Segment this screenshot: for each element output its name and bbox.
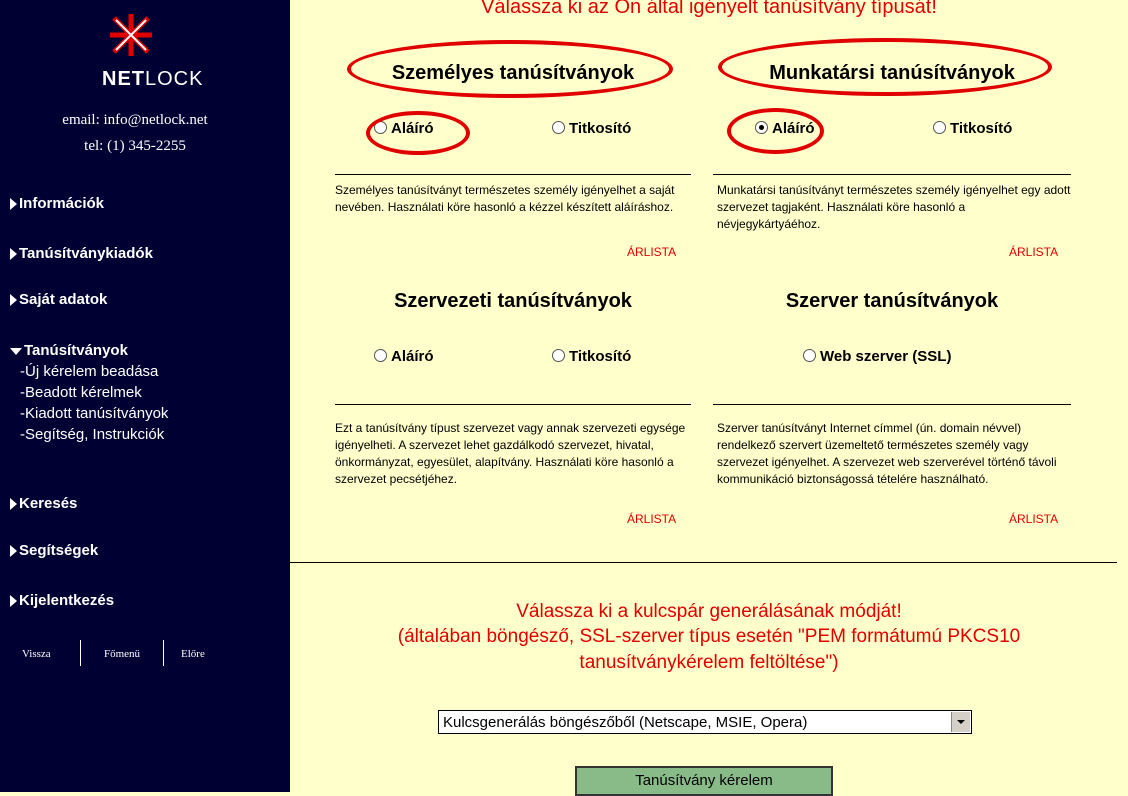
contact-phone: tel: (1) 345-2255 — [84, 138, 186, 154]
page-heading: Válassza ki az Ön által igényelt tanúsít… — [481, 0, 937, 18]
radio-icon — [933, 121, 946, 134]
subnav-segitseg[interactable]: -Segítség, Instrukciók — [20, 426, 164, 443]
keygen-method-select[interactable]: Kulcsgenerálás böngészőből (Netscape, MS… — [438, 710, 972, 734]
keygen-hint-line2: tanusítványkérelem feltöltése") — [579, 652, 839, 673]
expand-arrow-icon — [10, 294, 17, 307]
employee-encrypt-radio[interactable]: Titkosító — [933, 120, 1012, 137]
server-pricelist-link[interactable]: ÁRLISTA — [1009, 512, 1058, 526]
radio-icon — [803, 349, 816, 362]
org-encrypt-radio[interactable]: Titkosító — [552, 348, 631, 365]
personal-encrypt-radio[interactable]: Titkosító — [552, 120, 631, 137]
divider — [335, 404, 691, 405]
personal-pricelist-link[interactable]: ÁRLISTA — [627, 245, 676, 259]
nav-tanusitvanykiadok[interactable]: Tanúsítványkiadók — [10, 245, 153, 262]
expand-arrow-icon — [10, 248, 17, 261]
divider — [80, 640, 81, 666]
org-description: Ezt a tanúsítvány típust szervezet vagy … — [335, 421, 686, 486]
nav-kijelentkezes[interactable]: Kijelentkezés — [10, 592, 114, 609]
back-link[interactable]: Vissza — [22, 648, 51, 660]
subnav-uj-kerelem[interactable]: -Új kérelem beadása — [20, 363, 158, 380]
divider — [163, 640, 164, 666]
radio-icon — [374, 121, 387, 134]
chevron-down-icon[interactable] — [951, 712, 970, 732]
employee-signing-radio[interactable]: Aláíró — [755, 120, 815, 137]
contact-email[interactable]: email: info@netlock.net — [0, 112, 270, 129]
server-ssl-radio[interactable]: Web szerver (SSL) — [803, 348, 951, 365]
divider — [290, 562, 1117, 563]
expand-arrow-icon — [10, 498, 17, 511]
radio-icon — [552, 349, 565, 362]
org-signing-radio[interactable]: Aláíró — [374, 348, 434, 365]
radio-checked-icon — [755, 121, 768, 134]
expand-arrow-icon — [10, 545, 17, 558]
subnav-beadott-kerelmek[interactable]: -Beadott kérelmek — [20, 384, 142, 401]
collapse-arrow-icon — [10, 347, 22, 355]
section-title-server: Szerver tanúsítványok — [785, 290, 999, 312]
netlock-logo-icon — [110, 14, 152, 56]
sidebar: NETLOCK email: info@netlock.net tel: (1)… — [0, 0, 290, 792]
section-title-employee: Munkatársi tanúsítványok — [769, 62, 1015, 84]
divider — [713, 174, 1071, 175]
keygen-heading: Válassza ki a kulcspár generálásának mód… — [516, 601, 902, 622]
divider — [713, 404, 1071, 405]
employee-description: Munkatársi tanúsítványt természetes szem… — [717, 183, 1071, 231]
employee-pricelist-link[interactable]: ÁRLISTA — [1009, 245, 1058, 259]
server-description: Szerver tanúsítványt Internet címmel (ún… — [717, 421, 1057, 486]
logo-text: NETLOCK — [102, 68, 204, 90]
nav-informaciok[interactable]: Információk — [10, 195, 104, 212]
keygen-hint-line1: (általában böngésző, SSL-szerver típus e… — [397, 626, 1021, 647]
org-pricelist-link[interactable]: ÁRLISTA — [627, 512, 676, 526]
netlock-logo[interactable]: NETLOCK — [50, 10, 210, 90]
personal-description: Személyes tanúsítványt természetes szemé… — [335, 183, 675, 214]
forward-link[interactable]: Előre — [181, 648, 205, 660]
section-title-personal: Személyes tanúsítványok — [391, 62, 635, 84]
nav-sajat-adatok[interactable]: Saját adatok — [10, 291, 107, 308]
expand-arrow-icon — [10, 198, 17, 211]
section-title-org: Szervezeti tanúsítványok — [394, 290, 632, 312]
home-link[interactable]: Főmenü — [104, 648, 140, 660]
personal-signing-radio[interactable]: Aláíró — [374, 120, 434, 137]
nav-kereses[interactable]: Keresés — [10, 495, 77, 512]
subnav-kiadott-tanusitvanyok[interactable]: -Kiadott tanúsítványok — [20, 405, 168, 422]
nav-segitsegek[interactable]: Segítségek — [10, 542, 98, 559]
nav-tanusitvanyok[interactable]: Tanúsítványok — [10, 342, 128, 359]
expand-arrow-icon — [10, 595, 17, 608]
radio-icon — [374, 349, 387, 362]
radio-icon — [552, 121, 565, 134]
divider — [335, 174, 691, 175]
